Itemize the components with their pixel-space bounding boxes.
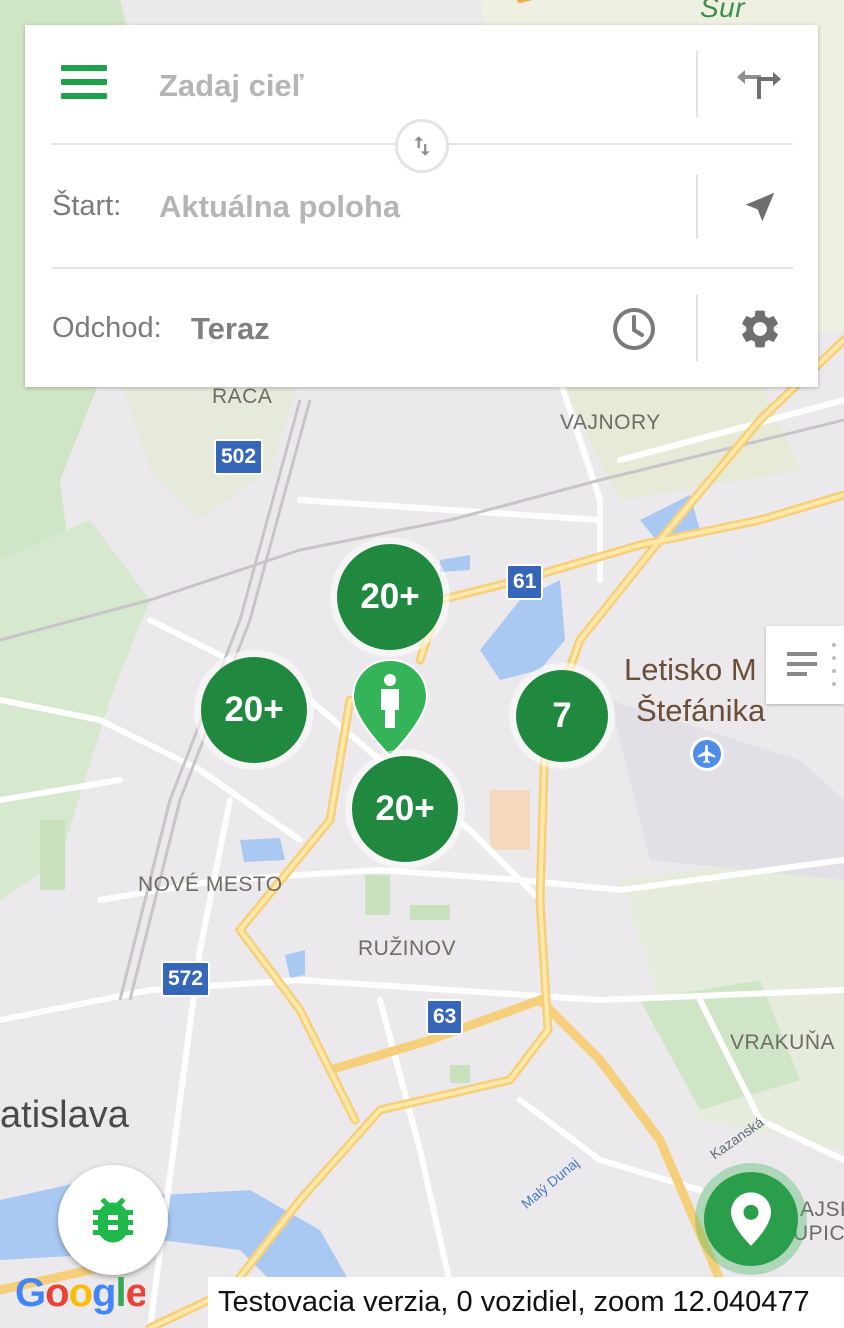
airplane-icon (690, 737, 724, 771)
route-search-card: Štart: Aktuálna poloha Odchod: Teraz (25, 25, 818, 387)
divider (696, 175, 698, 239)
vehicle-cluster-marker[interactable]: 20+ (201, 657, 307, 763)
start-input[interactable]: Aktuálna poloha (159, 189, 400, 225)
svg-text:Google: Google (15, 1271, 145, 1315)
map-label-bratislava: atislava (0, 1094, 129, 1136)
status-text: Testovacia verzia, 0 vozidiel, zoom 12.0… (208, 1277, 844, 1328)
map-label-vrakuna: VRAKUŇA (730, 1031, 836, 1054)
clock-icon[interactable] (606, 301, 662, 357)
map-label-ruzinov: RUŽINOV (358, 937, 456, 960)
road-shield-61: 61 (506, 564, 544, 600)
overflow-dots (832, 640, 836, 690)
google-logo: Google (15, 1268, 148, 1326)
departure-label: Odchod: (52, 312, 162, 344)
vehicle-cluster-marker[interactable]: 20+ (352, 756, 458, 862)
road-shield-502: 502 (214, 439, 264, 475)
map-pin-icon[interactable] (704, 1172, 798, 1266)
departure-value[interactable]: Teraz (191, 311, 270, 347)
map-label-raca: RAČA (212, 385, 273, 408)
vehicle-cluster-marker[interactable]: 7 (516, 670, 608, 762)
road-shield-572: 572 (161, 961, 211, 997)
vehicle-cluster-marker[interactable]: 20+ (337, 544, 443, 650)
divider (696, 295, 698, 361)
map-label-podunajske-2: UPICE (793, 1222, 844, 1245)
map-label-sur: Šur (700, 0, 746, 23)
navigation-arrow-icon[interactable] (732, 179, 788, 235)
gear-icon[interactable] (732, 301, 788, 357)
map-label-nove-mesto: NOVÉ MESTO (138, 873, 283, 896)
map-label-podunajske-1: AJSK (800, 1198, 844, 1221)
start-label: Štart: (52, 190, 122, 222)
map-label-airport-line1: Letisko M (624, 652, 757, 687)
turn-arrows-icon[interactable] (731, 55, 787, 111)
swap-vertical-icon[interactable] (395, 119, 449, 173)
divider (52, 267, 793, 269)
destination-input[interactable] (159, 65, 679, 107)
road-shield-63: 63 (426, 999, 464, 1035)
map-label-airport-line2: Štefánika (636, 693, 766, 728)
divider (696, 51, 698, 117)
person-icon[interactable] (351, 658, 429, 758)
hamburger-menu-icon[interactable] (61, 65, 107, 103)
bug-icon[interactable] (58, 1165, 168, 1275)
map-label-vajnory: VAJNORY (560, 411, 661, 434)
